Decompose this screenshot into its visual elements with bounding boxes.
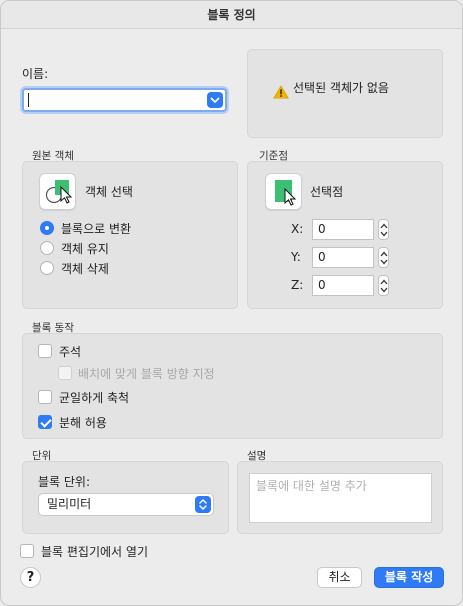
dialog-title: 블록 정의: [1, 1, 462, 29]
stepper-arrows-icon: [380, 251, 388, 265]
match-orientation-label: 배치에 맞게 블록 방향 지정: [78, 367, 215, 381]
pick-point-button[interactable]: [265, 173, 302, 210]
name-combobox[interactable]: [22, 88, 227, 112]
select-objects-button[interactable]: [39, 173, 76, 210]
y-label: Y:: [291, 250, 301, 264]
description-placeholder: 블록에 대한 설명 추가: [256, 479, 367, 493]
y-stepper[interactable]: [378, 247, 389, 268]
x-label: X:: [291, 222, 304, 236]
allow-exploding-checkbox[interactable]: [38, 415, 52, 429]
allow-exploding-label: 분해 허용: [59, 416, 107, 430]
create-block-button[interactable]: 블록 작성: [374, 567, 444, 588]
block-unit-label: 블록 단위:: [38, 475, 91, 489]
y-input[interactable]: 0: [312, 247, 374, 268]
radio-retain-objects[interactable]: [40, 241, 54, 255]
block-unit-select[interactable]: 밀리미터: [38, 493, 214, 516]
block-unit-value: 밀리미터: [47, 497, 92, 511]
z-label: Z:: [291, 278, 304, 292]
chevron-down-icon[interactable]: [207, 92, 223, 108]
select-objects-icon: [45, 180, 73, 204]
pick-point-icon: [275, 180, 297, 206]
warning-text: 선택된 객체가 없음: [293, 81, 389, 95]
warning-icon: [273, 85, 289, 99]
z-input[interactable]: 0: [312, 275, 374, 296]
retain-objects-label: 객체 유지: [61, 242, 109, 256]
annotative-label: 주석: [59, 345, 82, 359]
delete-objects-label: 객체 삭제: [61, 262, 109, 276]
scale-uniformly-label: 균일하게 축척: [59, 391, 130, 405]
open-in-editor-label: 블록 편집기에서 열기: [41, 545, 148, 559]
radio-delete-objects[interactable]: [40, 261, 54, 275]
cancel-button[interactable]: 취소: [317, 567, 362, 588]
name-label: 이름:: [22, 67, 49, 81]
pick-point-label: 선택점: [310, 185, 344, 199]
block-definition-dialog: 블록 정의 이름: 선택된 객체가 없음 원본 객체 객체 선택 블록으로 변환…: [0, 0, 463, 606]
open-in-editor-checkbox[interactable]: [20, 544, 34, 558]
updown-chevron-icon: [195, 496, 211, 513]
stepper-arrows-icon: [380, 223, 388, 237]
text-caret: [28, 93, 29, 107]
z-stepper[interactable]: [378, 275, 389, 296]
radio-convert-to-block[interactable]: [40, 221, 54, 235]
description-textarea[interactable]: 블록에 대한 설명 추가: [249, 473, 432, 523]
match-orientation-checkbox[interactable]: [58, 366, 72, 380]
x-input[interactable]: 0: [312, 219, 374, 240]
select-objects-label: 객체 선택: [85, 185, 133, 199]
help-button[interactable]: ?: [20, 567, 41, 588]
annotative-checkbox[interactable]: [38, 344, 52, 358]
convert-to-block-label: 블록으로 변환: [61, 222, 132, 236]
x-stepper[interactable]: [378, 219, 389, 240]
stepper-arrows-icon: [380, 279, 388, 293]
scale-uniformly-checkbox[interactable]: [38, 390, 52, 404]
